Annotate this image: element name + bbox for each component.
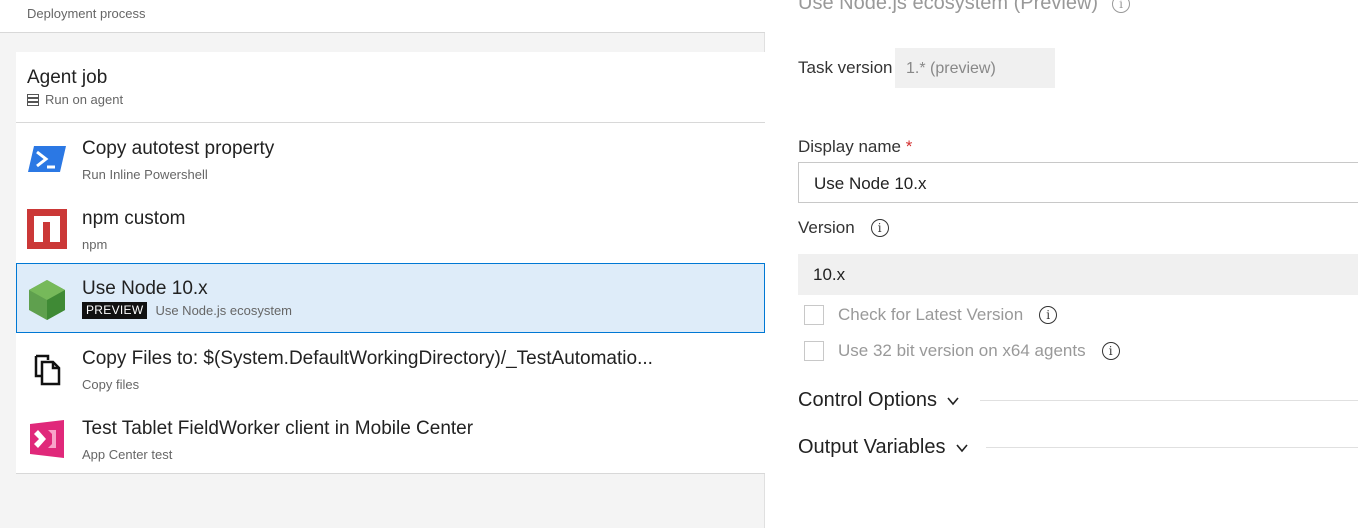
control-options-section[interactable]: Control Options [798,389,1358,412]
server-icon [27,93,39,106]
task-desc: Run Inline Powershell [82,167,208,182]
task-desc-text: App Center test [82,447,173,462]
output-variables-label: Output Variables [798,436,946,458]
check-latest-version-label: Check for Latest Version [838,305,1024,324]
npm-icon [27,209,67,249]
info-icon[interactable]: i [1039,306,1058,324]
task-details-title-text: Use Node.js ecosystem (Preview) [798,0,1099,14]
task-name: Test Tablet FieldWorker client in Mobile… [82,418,474,439]
nodejs-icon [29,280,65,320]
info-icon[interactable]: i [1112,0,1131,13]
task-item-npm-custom[interactable]: npm custom npm [16,193,765,263]
task-details-title: Use Node.js ecosystem (Preview) i [798,0,1131,15]
display-name-label-text: Display name [798,137,901,156]
task-desc-text: Run Inline Powershell [82,167,208,182]
pipeline-header: Deployment process [0,0,765,33]
task-desc: App Center test [82,447,172,462]
version-input[interactable]: 10.x [798,254,1358,295]
task-desc: npm [82,237,107,252]
powershell-icon [28,146,66,172]
check-latest-version-checkbox[interactable] [804,305,824,325]
task-version-select[interactable]: 1.* (preview) [895,48,1055,88]
version-label-text: Version [798,218,855,237]
control-options-label: Control Options [798,389,937,411]
task-desc-text: Copy files [82,377,140,392]
chevron-down-icon [947,396,959,405]
version-label: Version i [798,218,889,238]
task-item-copy-autotest-property[interactable]: Copy autotest property Run Inline Powers… [16,123,765,193]
section-divider [986,447,1358,448]
task-desc-text: Use Node.js ecosystem [155,303,293,318]
info-icon[interactable]: i [1101,342,1120,360]
display-name-label: Display name * [798,137,912,157]
agent-job-subtitle: Run on agent [27,92,123,107]
task-desc: Copy files [82,377,139,392]
task-item-use-node[interactable]: Use Node 10.x PREVIEW Use Node.js ecosys… [16,263,765,333]
copy-files-icon [34,354,61,386]
chevron-down-icon [955,443,968,452]
app-center-test-icon [30,420,64,458]
task-desc: PREVIEW Use Node.js ecosystem [82,302,292,319]
use-32bit-row: Use 32 bit version on x64 agents i [804,341,1120,361]
check-latest-version-row: Check for Latest Version i [804,305,1058,325]
agent-job-title: Agent job [27,67,108,88]
task-name: npm custom [82,208,186,229]
required-marker: * [905,137,913,156]
use-32bit-checkbox[interactable] [804,341,824,361]
pipeline-tasks-pane: Deployment process Agent job Run on agen… [0,0,765,528]
task-desc-text: npm [82,237,108,252]
info-icon[interactable]: i [870,219,889,237]
task-version-label: Task version [798,58,893,77]
agent-job-subtitle-text: Run on agent [45,92,124,107]
display-name-input[interactable]: Use Node 10.x [798,162,1358,203]
task-item-copy-files[interactable]: Copy Files to: $(System.DefaultWorkingDi… [16,333,765,403]
header-subtitle: Deployment process [27,6,146,21]
preview-badge: PREVIEW [82,302,148,319]
task-name: Use Node 10.x [82,278,208,299]
task-name: Copy autotest property [82,138,275,159]
output-variables-section[interactable]: Output Variables [798,436,1358,459]
task-item-app-center-test[interactable]: Test Tablet FieldWorker client in Mobile… [16,403,765,473]
task-name: Copy Files to: $(System.DefaultWorkingDi… [82,348,653,369]
task-details-pane: Use Node.js ecosystem (Preview) i Task v… [766,0,1358,528]
agent-job[interactable]: Agent job Run on agent [16,52,765,123]
task-list: Copy autotest property Run Inline Powers… [16,123,765,474]
section-divider [980,400,1358,401]
use-32bit-label: Use 32 bit version on x64 agents [838,341,1086,360]
